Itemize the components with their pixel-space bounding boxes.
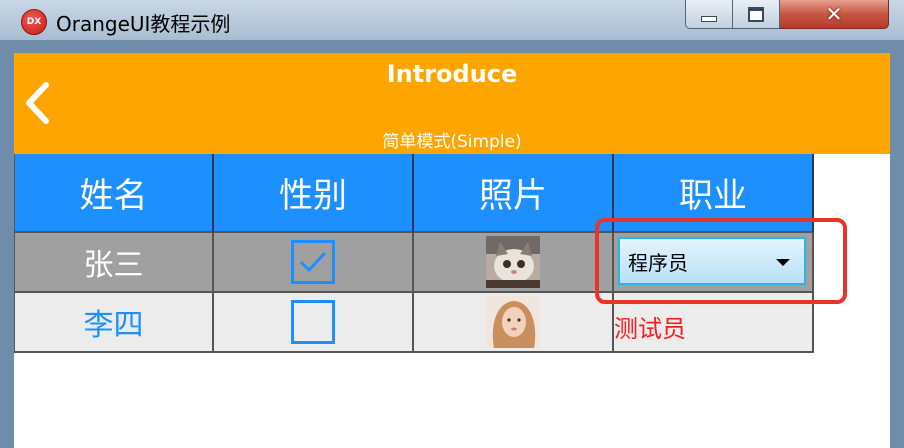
column-header-gender[interactable]: 性别 [214,154,414,233]
caption-buttons: ✕ [685,0,889,30]
name-text: 李四 [83,308,144,343]
page-subtitle: 简单模式(Simple) [382,132,522,152]
name-cell: 张三 [14,233,214,293]
minimize-icon [701,16,717,22]
maximize-icon [748,6,764,22]
close-button[interactable]: ✕ [780,0,889,29]
minimize-button[interactable] [685,0,733,29]
photo-cell [414,293,614,353]
column-header-name[interactable]: 姓名 [14,154,214,233]
annotation-highlight-box [595,218,847,304]
gender-checkbox[interactable] [291,300,335,344]
close-icon: ✕ [825,2,843,26]
gender-cell [214,233,414,293]
app-icon: DX [21,9,47,35]
column-header-photo[interactable]: 照片 [414,154,614,233]
photo-cell [414,233,614,293]
maximize-button[interactable] [733,0,780,29]
gender-cell [214,293,414,353]
portrait-photo [486,296,540,348]
job-text: 测试员 [614,315,686,343]
name-cell: 李四 [14,293,214,353]
page-title: Introduce [386,60,518,88]
window-title: OrangeUI教程示例 [56,12,231,36]
app-header: Introduce 简单模式(Simple) [14,53,890,154]
gender-checkbox[interactable] [291,240,335,284]
name-text: 张三 [83,248,144,283]
checkmark-icon [299,251,327,273]
cat-photo [486,236,540,288]
